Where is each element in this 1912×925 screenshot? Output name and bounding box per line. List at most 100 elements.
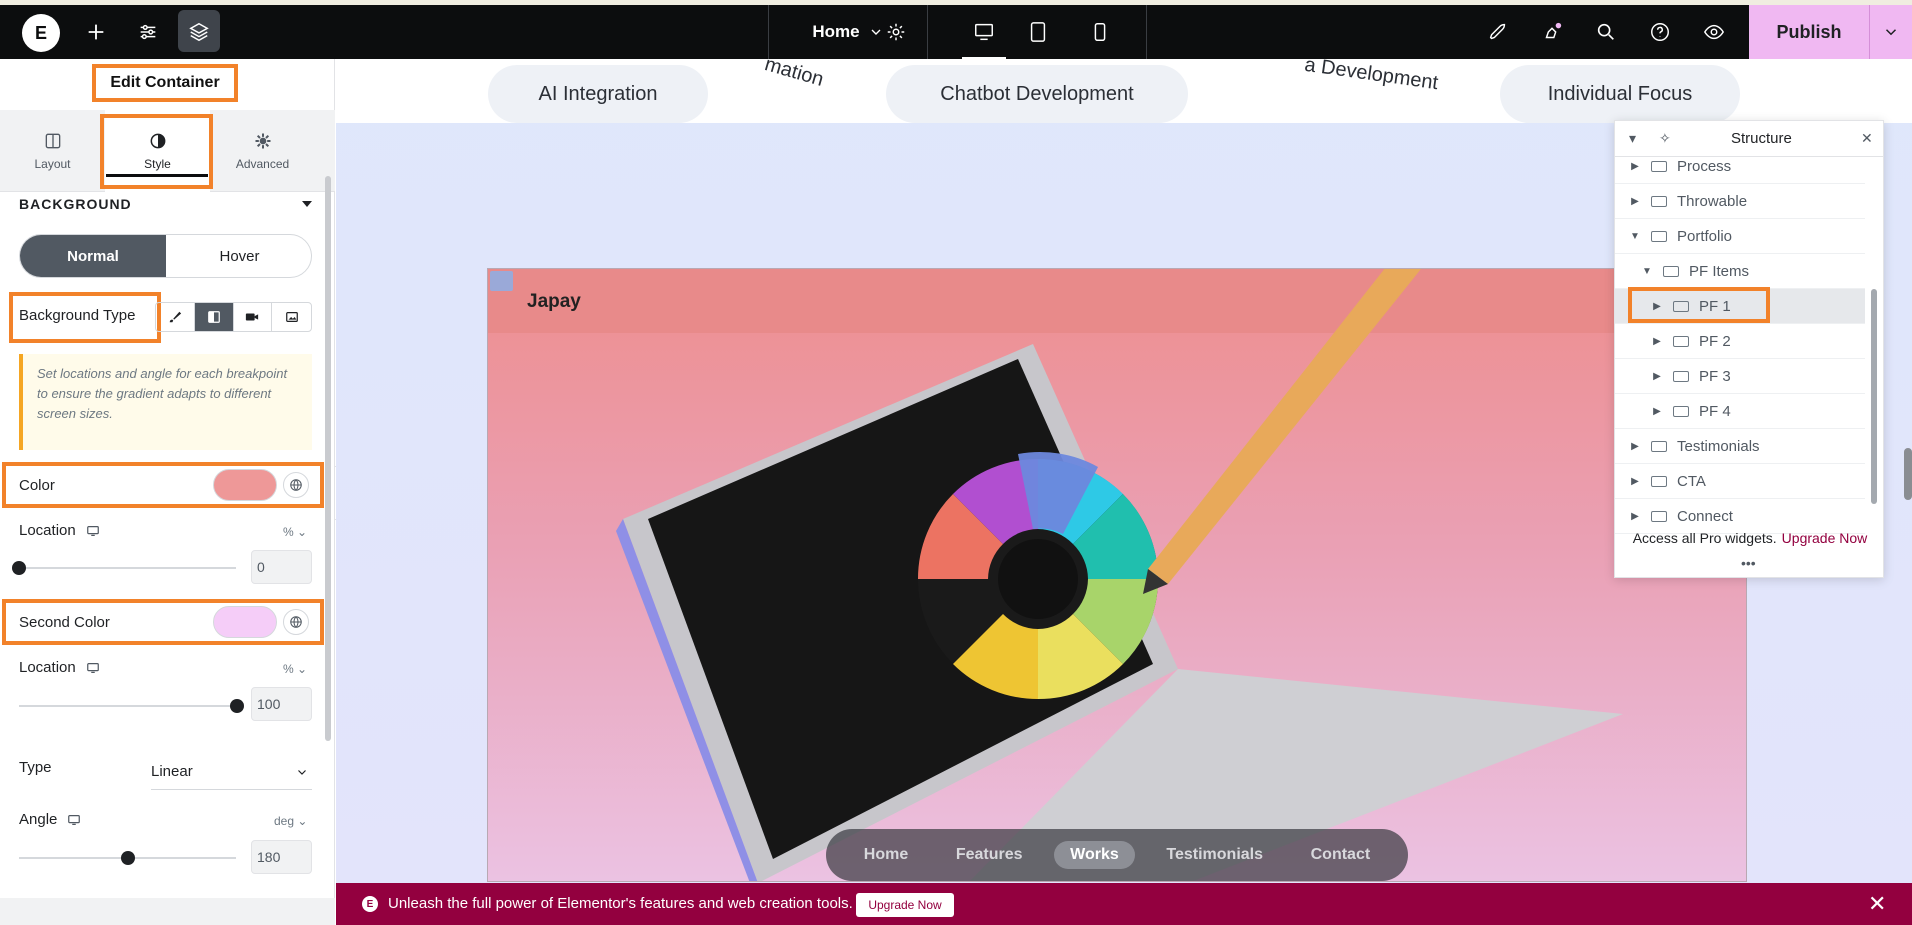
add-icon [88,24,104,40]
global-colors-button[interactable] [283,609,309,635]
caret-down-icon[interactable]: ▼ [1641,266,1653,277]
structure-button[interactable] [178,5,220,59]
publish-options-button[interactable] [1869,5,1912,59]
location-input[interactable]: 100 [251,687,312,721]
panel-scrollbar[interactable] [325,176,331,741]
location-slider-handle[interactable] [12,561,26,575]
caret-right-icon[interactable]: ▶ [1651,336,1663,347]
structure-scrollbar[interactable] [1871,289,1877,504]
background-gradient-button[interactable] [194,303,234,331]
layers-icon [189,22,209,42]
whats-new-button[interactable] [1532,5,1572,59]
site-settings-button[interactable] [130,5,166,59]
upgrade-now-button[interactable]: Upgrade Now [856,893,954,917]
item-label: Throwable [1677,192,1748,210]
elementor-logo-icon[interactable]: E [22,14,60,52]
nav-works[interactable]: Works [1054,841,1135,869]
hover-tab[interactable]: Hover [166,235,311,277]
caret-right-icon[interactable]: ▶ [1629,161,1641,172]
portfolio-card[interactable]: Japay [487,268,1747,882]
container-icon [1673,405,1689,417]
caret-right-icon[interactable]: ▶ [1629,476,1641,487]
desktop-icon[interactable] [86,524,100,538]
mobile-view-button[interactable] [1078,5,1122,59]
publish-button[interactable]: Publish [1749,5,1869,59]
promo-banner: E Unleash the full power of Elementor's … [336,883,1912,925]
color-swatch[interactable] [213,469,277,501]
background-type-choices [155,302,312,332]
page-name: Home [812,22,860,41]
unit-selector[interactable]: % ⌄ [283,662,307,676]
item-label: Testimonials [1677,437,1760,455]
structure-item[interactable]: ▶ Testimonials [1615,429,1865,464]
gear-icon [887,23,905,41]
page-scrollbar[interactable] [1904,448,1912,500]
tab-advanced[interactable]: Advanced [210,110,315,192]
item-label: PF 2 [1699,332,1731,350]
caret-down-icon[interactable]: ▼ [1629,231,1641,242]
item-label: PF 3 [1699,367,1731,385]
top-bar: E Home Publish [0,0,1912,60]
collapse-all-icon[interactable]: ▾ [1629,130,1636,147]
gradient-type-select[interactable]: Linear [151,754,312,790]
resize-handle-icon[interactable]: ••• [1741,555,1756,571]
normal-tab[interactable]: Normal [20,235,166,277]
structure-item[interactable]: ▶ PF 3 [1615,359,1865,394]
caret-right-icon[interactable]: ▶ [1651,406,1663,417]
upgrade-now-link[interactable]: Upgrade Now [1782,530,1868,546]
structure-item[interactable]: ▶ Process [1615,149,1865,184]
nav-home[interactable]: Home [848,841,924,869]
highlight-box [1628,287,1770,323]
rotated-text: a Development [1303,59,1440,95]
caret-right-icon[interactable]: ▶ [1629,196,1641,207]
nav-testimonials[interactable]: Testimonials [1150,841,1279,869]
caret-right-icon[interactable]: ▶ [1651,371,1663,382]
divider [1146,5,1147,59]
caret-down-icon[interactable] [302,200,312,208]
tab-layout[interactable]: Layout [0,110,105,192]
structure-item[interactable]: ▼ PF Items [1615,254,1865,289]
globe-icon [290,616,302,628]
structure-item[interactable]: ▶ CTA [1615,464,1865,499]
section-title[interactable]: BACKGROUND [19,196,132,212]
help-icon [1651,23,1669,41]
tablet-view-button[interactable] [1016,5,1060,59]
caret-right-icon[interactable]: ▶ [1629,441,1641,452]
search-button[interactable] [1586,5,1626,59]
launchpad-button[interactable] [1478,5,1518,59]
angle-slider-handle[interactable] [121,851,135,865]
desktop-icon[interactable] [86,661,100,675]
global-colors-button[interactable] [283,472,309,498]
angle-input[interactable]: 180 [251,840,312,874]
background-video-button[interactable] [234,303,273,331]
close-icon[interactable]: ✕ [1868,891,1886,917]
background-classic-button[interactable] [156,303,195,331]
preview-button[interactable] [1694,5,1734,59]
service-pill: AI Integration [488,65,708,123]
nav-contact[interactable]: Contact [1295,841,1387,869]
desktop-view-button[interactable] [962,5,1006,59]
type-value: Linear [151,763,193,780]
item-label: PF Items [1689,262,1750,280]
caret-right-icon[interactable]: ▶ [1629,511,1641,522]
second-color-swatch[interactable] [213,606,277,638]
structure-item[interactable]: ▶ Throwable [1615,184,1865,219]
angle-label: Angle [19,811,81,828]
structure-item[interactable]: ▶ PF 4 [1615,394,1865,429]
unit-selector[interactable]: % ⌄ [283,525,307,539]
nav-features[interactable]: Features [940,841,1039,869]
structure-item[interactable]: ▶ PF 2 [1615,324,1865,359]
page-settings-button[interactable] [878,5,914,59]
unit-selector[interactable]: deg ⌄ [274,814,307,828]
ai-sparkle-icon[interactable]: ✧ [1659,130,1671,147]
structure-item[interactable]: ▼ Portfolio [1615,219,1865,254]
location-slider-handle[interactable] [230,699,244,713]
location-input[interactable]: 0 [251,550,312,584]
background-slideshow-button[interactable] [272,303,311,331]
close-icon[interactable]: ✕ [1861,130,1873,147]
add-element-button[interactable] [78,5,114,59]
location-slider-track[interactable] [19,705,236,707]
help-button[interactable] [1640,5,1680,59]
location-slider-track[interactable] [19,567,236,569]
desktop-icon[interactable] [67,813,81,827]
